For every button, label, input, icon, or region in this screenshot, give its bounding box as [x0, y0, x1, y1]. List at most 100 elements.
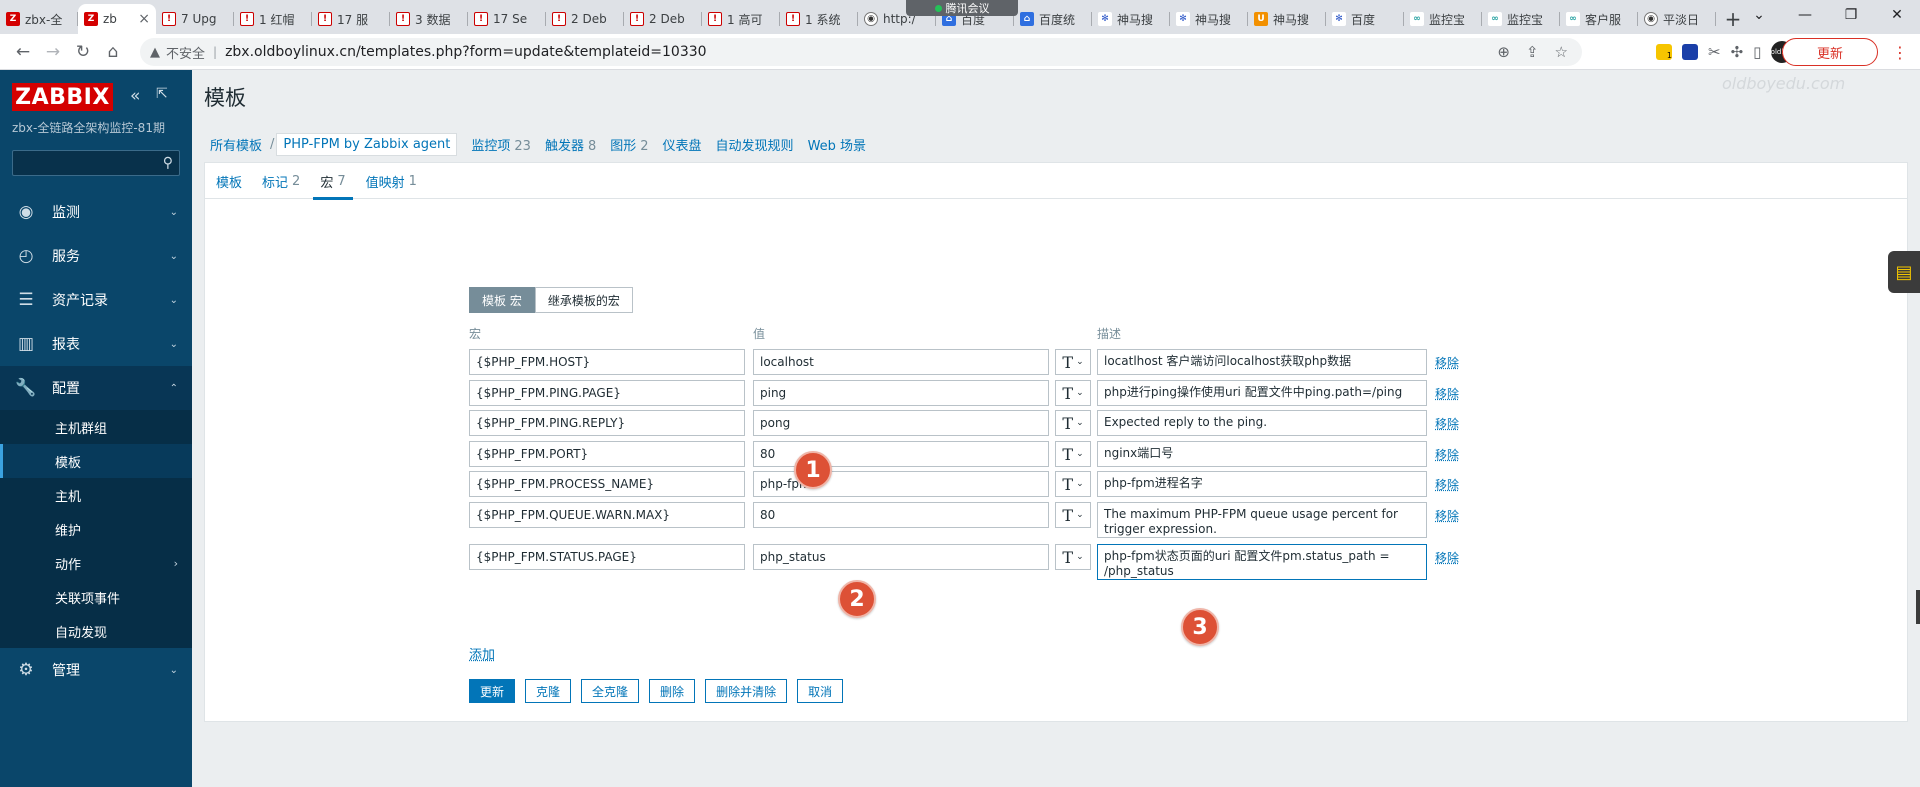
browser-tab[interactable]: ! 17 服 [312, 4, 390, 34]
minimize-icon[interactable]: — [1782, 0, 1828, 30]
browser-tab[interactable]: U 神马搜 [1248, 4, 1326, 34]
extension-tools-icon[interactable]: ✂ [1708, 43, 1721, 61]
remove-macro-link[interactable]: 移除 [1435, 385, 1459, 402]
nav-web-scenarios[interactable]: Web 场景 [808, 135, 866, 154]
delete-button[interactable]: 删除 [649, 679, 696, 703]
browser-tab[interactable]: ! 1 系统 [780, 4, 858, 34]
add-macro-link[interactable]: 添加 [469, 644, 495, 663]
tab-search-icon[interactable]: ⌄ [1736, 0, 1782, 30]
tab-template[interactable]: 模板 [209, 163, 249, 199]
macro-value-input[interactable]: 80 [753, 502, 1049, 528]
value-type-dropdown[interactable]: T ⌄ [1055, 544, 1091, 570]
reload-icon[interactable]: ↻ [68, 37, 98, 67]
browser-tab[interactable]: ! 3 数据 [390, 4, 468, 34]
meeting-indicator[interactable]: 腾讯会议 [906, 0, 1018, 16]
back-arrow-icon[interactable]: ← [8, 37, 38, 67]
menu-item-configuration[interactable]: 🔧 配置 ⌃ [0, 366, 192, 410]
extension-yellow-icon[interactable]: 1 [1656, 44, 1672, 60]
bookmark-star-icon[interactable]: ☆ [1555, 43, 1568, 61]
value-type-dropdown[interactable]: T ⌄ [1055, 471, 1091, 497]
url-text[interactable]: zbx.oldboylinux.cn/templates.php?form=up… [225, 44, 706, 60]
browser-tab[interactable]: ⌂ 百度统 [1014, 4, 1092, 34]
side-panel-icon[interactable]: ▯ [1753, 43, 1761, 61]
clone-button[interactable]: 克隆 [525, 679, 572, 703]
home-icon[interactable]: ⌂ [98, 37, 128, 67]
address-bar[interactable]: ▲ 不安全 | zbx.oldboylinux.cn/templates.php… [140, 38, 1582, 66]
macro-name-input[interactable]: {$PHP_FPM.PROCESS_NAME} [469, 471, 745, 497]
zabbix-logo[interactable]: ZABBIX [12, 83, 113, 111]
template-macros-toggle[interactable]: 模板 宏 [469, 287, 535, 313]
tab-tags[interactable]: 标记 2 [255, 163, 307, 199]
tab-macros[interactable]: 宏7 [313, 163, 353, 200]
remove-macro-link[interactable]: 移除 [1435, 549, 1459, 566]
menu-item-services[interactable]: ◴ 服务 ⌄ [0, 234, 192, 278]
remove-macro-link[interactable]: 移除 [1435, 354, 1459, 371]
nav-items[interactable]: 监控项 23 [471, 135, 531, 154]
macro-description-input[interactable]: locatlhost 客户端访问localhost获取php数据 [1097, 349, 1427, 375]
macro-description-input[interactable]: The maximum PHP-FPM queue usage percent … [1097, 502, 1427, 538]
macro-description-input[interactable]: Expected reply to the ping. [1097, 410, 1427, 436]
cancel-button[interactable]: 取消 [797, 679, 844, 703]
submenu-item-templates[interactable]: 模板 [0, 444, 192, 478]
browser-tab[interactable]: ! 17 Se [468, 4, 546, 34]
browser-tab[interactable]: ✻ 百度 [1326, 4, 1404, 34]
submenu-item-event-correlation[interactable]: 关联项事件 [0, 580, 192, 614]
browser-tab[interactable]: ! 7 Upg [156, 4, 234, 34]
browser-tab[interactable]: ! 1 红帽 [234, 4, 312, 34]
remove-macro-link[interactable]: 移除 [1435, 415, 1459, 432]
macro-name-input[interactable]: {$PHP_FPM.PORT} [469, 441, 745, 467]
menu-item-reports[interactable]: ▥ 报表 ⌄ [0, 322, 192, 366]
value-type-dropdown[interactable]: T ⌄ [1055, 349, 1091, 375]
submenu-item-discovery[interactable]: 自动发现 [0, 614, 192, 648]
browser-tab[interactable]: ∞ 客户服 [1560, 4, 1638, 34]
restore-icon[interactable]: ❐ [1828, 0, 1874, 30]
browser-tab[interactable]: Zzbx-全 [0, 4, 78, 34]
warning-icon[interactable]: ▲ [150, 45, 160, 60]
nav-dashboards[interactable]: 仪表盘 [663, 135, 702, 154]
browser-tab[interactable]: Zzb × [78, 4, 156, 34]
remove-macro-link[interactable]: 移除 [1435, 507, 1459, 524]
browser-tab[interactable]: ! 1 高可 [702, 4, 780, 34]
extension-blue-icon[interactable] [1682, 44, 1698, 60]
macro-description-input[interactable]: php-fpm进程名字 [1097, 471, 1427, 497]
macro-value-input[interactable]: ping [753, 380, 1049, 406]
close-window-icon[interactable]: ✕ [1874, 0, 1920, 30]
macro-name-input[interactable]: {$PHP_FPM.PING.REPLY} [469, 410, 745, 436]
nav-graphs[interactable]: 图形 2 [610, 135, 648, 154]
submenu-item-maintenance[interactable]: 维护 [0, 512, 192, 546]
macro-name-input[interactable]: {$PHP_FPM.HOST} [469, 349, 745, 375]
collapse-sidebar-icon[interactable]: « [130, 86, 140, 106]
nav-triggers[interactable]: 触发器 8 [545, 135, 596, 154]
browser-tab[interactable]: ∞ 监控宝 [1404, 4, 1482, 34]
browser-tab[interactable]: ✻ 神马搜 [1170, 4, 1248, 34]
zoom-icon[interactable]: ⊕ [1497, 43, 1510, 61]
browser-tab[interactable]: ! 2 Deb [624, 4, 702, 34]
browser-tab[interactable]: ! 2 Deb [546, 4, 624, 34]
share-icon[interactable]: ⇪ [1526, 43, 1539, 61]
macro-description-input[interactable]: nginx端口号 [1097, 441, 1427, 467]
scrollbar-thumb[interactable] [1916, 590, 1920, 624]
nav-discovery-rules[interactable]: 自动发现规则 [716, 135, 794, 154]
sidebar-search-input[interactable]: ⚲ [12, 150, 180, 176]
insecure-label[interactable]: 不安全 [166, 43, 205, 62]
macro-name-input[interactable]: {$PHP_FPM.PING.PAGE} [469, 380, 745, 406]
macro-value-input[interactable]: php_status [753, 544, 1049, 570]
macro-value-input[interactable]: pong [753, 410, 1049, 436]
menu-item-inventory[interactable]: ☰ 资产记录 ⌄ [0, 278, 192, 322]
inherited-macros-toggle[interactable]: 继承模板的宏 [534, 287, 633, 313]
menu-item-administration[interactable]: ⚙ 管理 ⌄ [0, 648, 192, 692]
tab-value-mapping[interactable]: 值映射 1 [359, 163, 424, 199]
remove-macro-link[interactable]: 移除 [1435, 446, 1459, 463]
full-clone-button[interactable]: 全克隆 [581, 679, 640, 703]
breadcrumb-all-templates[interactable]: 所有模板 [204, 132, 268, 157]
browser-menu-icon[interactable]: ⋮ [1888, 38, 1912, 66]
submenu-item-hosts[interactable]: 主机 [0, 478, 192, 512]
macro-name-input[interactable]: {$PHP_FPM.STATUS.PAGE} [469, 544, 745, 570]
submenu-item-host-groups[interactable]: 主机群组 [0, 410, 192, 444]
side-panel-handle[interactable]: ▤ [1888, 251, 1920, 293]
value-type-dropdown[interactable]: T ⌄ [1055, 502, 1091, 528]
macro-value-input[interactable]: localhost [753, 349, 1049, 375]
browser-tab[interactable]: ✻ 神马搜 [1092, 4, 1170, 34]
submenu-item-actions[interactable]: 动作 › [0, 546, 192, 580]
macro-name-input[interactable]: {$PHP_FPM.QUEUE.WARN.MAX} [469, 502, 745, 528]
